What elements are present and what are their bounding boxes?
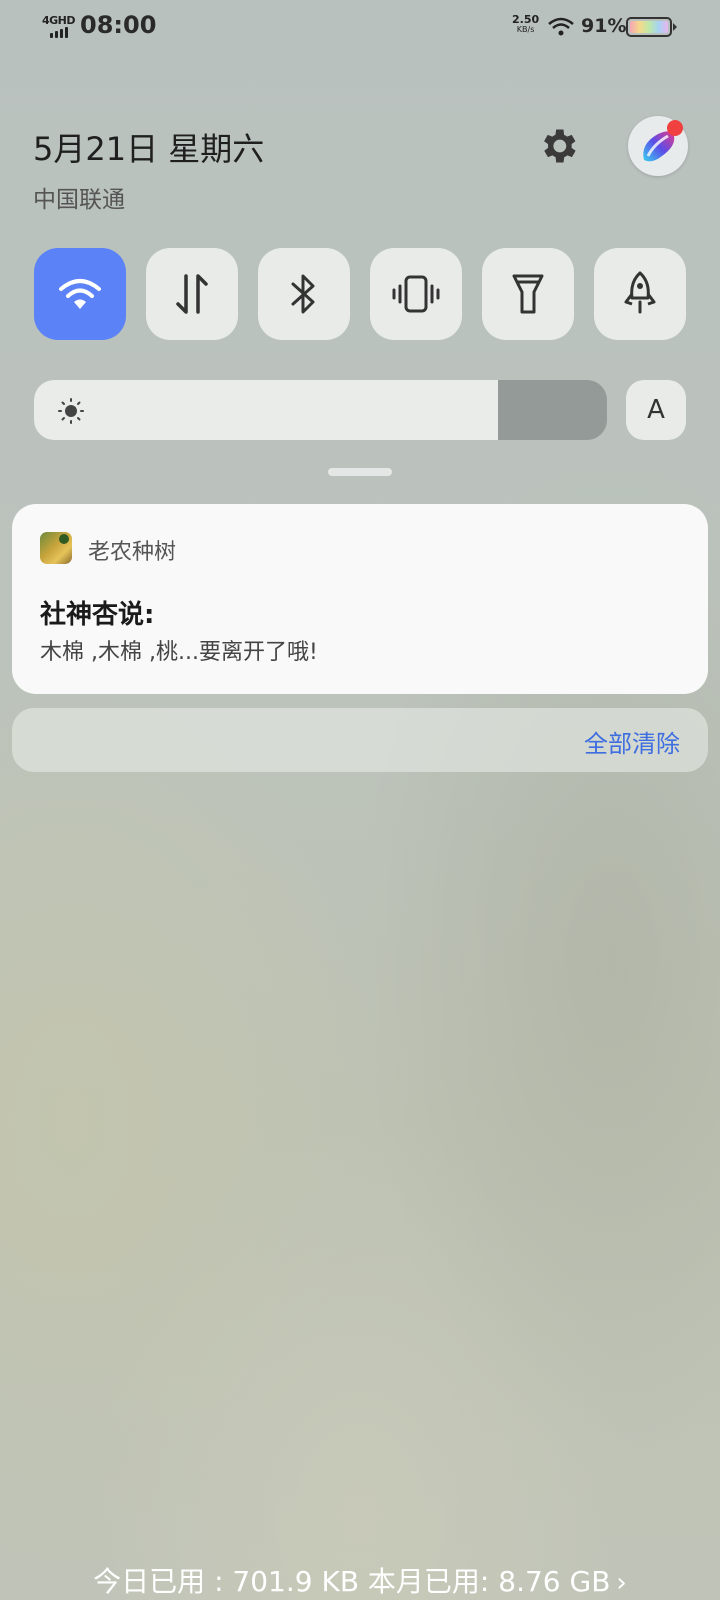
sun-icon	[58, 398, 84, 424]
notification-card[interactable]: 老农种树 社神杏说: 木棉 ,木棉 ,桃...要离开了哦!	[12, 504, 708, 694]
rocket-icon	[624, 271, 656, 314]
brightness-fill	[34, 380, 499, 440]
clear-all-bar: 全部清除	[12, 708, 708, 772]
data-usage-link[interactable]: 今日已用 : 701.9 KB 本月已用: 8.76 GB ›	[0, 1560, 720, 1600]
brightness-slider[interactable]	[34, 380, 607, 440]
notification-body: 木棉 ,木棉 ,桃...要离开了哦!	[40, 640, 318, 665]
network-speed: 2.50 KB/s	[512, 13, 540, 35]
notification-app-name: 老农种树	[88, 540, 177, 565]
chevron-right-icon: ›	[616, 1568, 627, 1598]
speed-value: 2.50	[512, 13, 540, 26]
speed-unit: KB/s	[516, 25, 535, 34]
clock: 08:00	[80, 11, 157, 39]
clear-all-button[interactable]: 全部清除	[584, 724, 680, 759]
gear-icon[interactable]	[536, 124, 580, 168]
data-arrows-icon	[176, 274, 208, 314]
tile-vibrate[interactable]	[370, 248, 462, 340]
bluetooth-icon	[291, 274, 315, 314]
wifi-status-icon	[548, 17, 574, 36]
auto-brightness-button[interactable]: A	[626, 380, 686, 440]
carrier-label: 中国联通	[33, 187, 125, 213]
data-usage-text: 今日已用 : 701.9 KB 本月已用: 8.76 GB	[93, 1565, 611, 1598]
drag-handle[interactable]	[328, 468, 392, 476]
tile-mobile-data[interactable]	[146, 248, 238, 340]
network-type: 4GHD	[42, 14, 76, 27]
flashlight-icon	[512, 274, 544, 314]
battery-tip	[673, 23, 677, 31]
tile-rocket[interactable]	[594, 248, 686, 340]
assistant-avatar[interactable]	[628, 116, 688, 176]
wifi-icon	[59, 279, 101, 309]
notification-title: 社神杏说:	[40, 600, 155, 630]
tile-bluetooth[interactable]	[258, 248, 350, 340]
tile-wifi[interactable]	[34, 248, 126, 340]
app-icon	[40, 532, 72, 564]
battery-percent: 91%	[581, 15, 627, 37]
battery-icon	[626, 17, 672, 37]
tile-flashlight[interactable]	[482, 248, 574, 340]
date-label: 5月21日 星期六	[33, 130, 265, 168]
vibrate-icon	[392, 275, 440, 313]
notification-dot	[667, 120, 683, 136]
signal-icon	[50, 27, 68, 38]
